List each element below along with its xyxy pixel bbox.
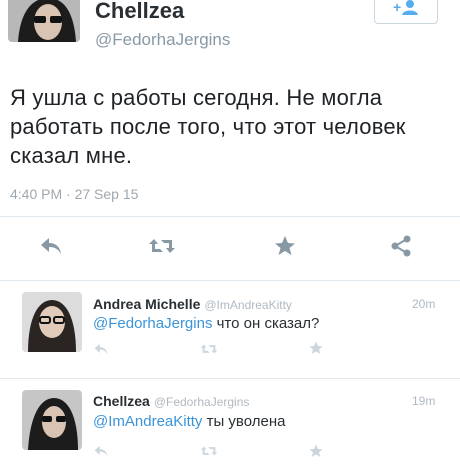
retweet-icon — [200, 445, 218, 462]
person-plus-icon: + — [391, 0, 421, 21]
tweet-action-bar — [0, 233, 460, 263]
reply-icon — [93, 343, 109, 360]
reply-tweet[interactable]: Andrea Michelle @ImAndreaKitty 20m @Fedor… — [0, 282, 460, 378]
author-avatar[interactable] — [8, 0, 80, 42]
reply-button[interactable] — [36, 233, 66, 263]
retweet-button[interactable] — [146, 233, 178, 263]
retweet-icon — [148, 235, 176, 262]
reply-time[interactable]: 19m — [412, 394, 435, 408]
favorite-icon — [273, 234, 297, 263]
tweet-text: Я ушла с работы сегодня. Не могла работа… — [10, 85, 406, 168]
reply-author-handle[interactable]: @FedorhaJergins — [154, 395, 250, 409]
favorite-button[interactable] — [308, 443, 324, 459]
retweet-icon — [200, 343, 218, 360]
reply-author-name[interactable]: Chellzea — [93, 393, 150, 409]
reply-icon — [39, 235, 63, 262]
favorite-icon — [308, 341, 324, 360]
favorite-icon — [308, 444, 324, 463]
divider — [0, 378, 460, 379]
reply-author-avatar[interactable] — [22, 390, 82, 450]
reply-text: ты уволена — [202, 413, 286, 430]
reply-button[interactable] — [93, 342, 109, 358]
follow-button[interactable]: + — [374, 0, 438, 24]
divider — [0, 216, 460, 217]
reply-mention-link[interactable]: @FedorhaJergins — [93, 315, 212, 332]
reply-author-avatar[interactable] — [22, 292, 82, 352]
share-button[interactable] — [386, 233, 416, 263]
reply-author-name[interactable]: Andrea Michelle — [93, 296, 200, 312]
author-display-name[interactable]: Chellzea — [95, 0, 184, 24]
retweet-button[interactable] — [200, 444, 218, 460]
reply-author-handle[interactable]: @ImAndreaKitty — [204, 298, 292, 312]
reply-text: что он сказал? — [212, 315, 320, 332]
reply-button[interactable] — [93, 444, 109, 460]
reply-mention-link[interactable]: @ImAndreaKitty — [93, 413, 202, 430]
svg-text:+: + — [393, 0, 401, 15]
author-handle[interactable]: @FedorhaJergins — [95, 30, 230, 50]
favorite-button[interactable] — [308, 340, 324, 356]
share-icon — [389, 234, 413, 263]
retweet-button[interactable] — [200, 342, 218, 358]
divider — [0, 280, 460, 281]
tweet-timestamp[interactable]: 4:40 PM · 27 Sep 15 — [10, 186, 138, 202]
favorite-button[interactable] — [270, 233, 300, 263]
reply-time[interactable]: 20m — [412, 297, 435, 311]
reply-icon — [93, 445, 109, 462]
reply-tweet[interactable]: Chellzea @FedorhaJergins 19m @ImAndreaKit… — [0, 380, 460, 462]
